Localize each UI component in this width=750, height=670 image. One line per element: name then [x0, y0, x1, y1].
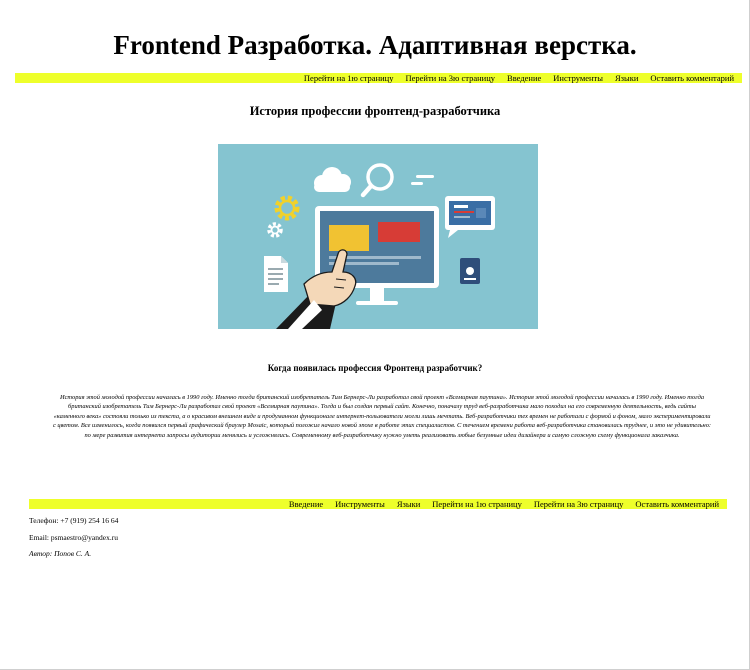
footer-phone: Телефон: +7 (919) 254 16 64	[29, 516, 119, 525]
nav-link-intro[interactable]: Введение	[289, 499, 323, 509]
nav-link-page-1[interactable]: Перейти на 1ю страницу	[432, 499, 522, 509]
nav-link-page-3[interactable]: Перейти на 3ю страницу	[405, 73, 495, 83]
footer-author: Автор: Попов С. А.	[29, 549, 92, 558]
top-navigation: Перейти на 1ю страницу Перейти на 3ю стр…	[15, 73, 742, 83]
nav-link-page-3[interactable]: Перейти на 3ю страницу	[534, 499, 624, 509]
bottom-navigation: Введение Инструменты Языки Перейти на 1ю…	[29, 499, 727, 509]
nav-link-comment[interactable]: Оставить комментарий	[650, 73, 734, 83]
page-title: Frontend Разработка. Адаптивная верстка.	[113, 30, 637, 60]
article-subtitle: Когда появилась профессия Фронтенд разра…	[267, 363, 483, 373]
passport-icon	[460, 258, 480, 284]
section-title: История профессии фронтенд-разработчика	[249, 104, 501, 118]
document-icon	[264, 256, 288, 292]
article-text: История этой молодой профессии началась …	[52, 394, 712, 439]
nav-link-tools[interactable]: Инструменты	[553, 73, 603, 83]
nav-link-languages[interactable]: Языки	[397, 499, 420, 509]
hero-illustration	[218, 144, 538, 329]
footer-email: Email: psmaestro@yandex.ru	[29, 533, 118, 542]
nav-link-languages[interactable]: Языки	[615, 73, 638, 83]
nav-link-intro[interactable]: Введение	[507, 73, 541, 83]
nav-link-page-1[interactable]: Перейти на 1ю страницу	[304, 73, 394, 83]
nav-link-tools[interactable]: Инструменты	[335, 499, 385, 509]
nav-link-comment[interactable]: Оставить комментарий	[635, 499, 719, 509]
